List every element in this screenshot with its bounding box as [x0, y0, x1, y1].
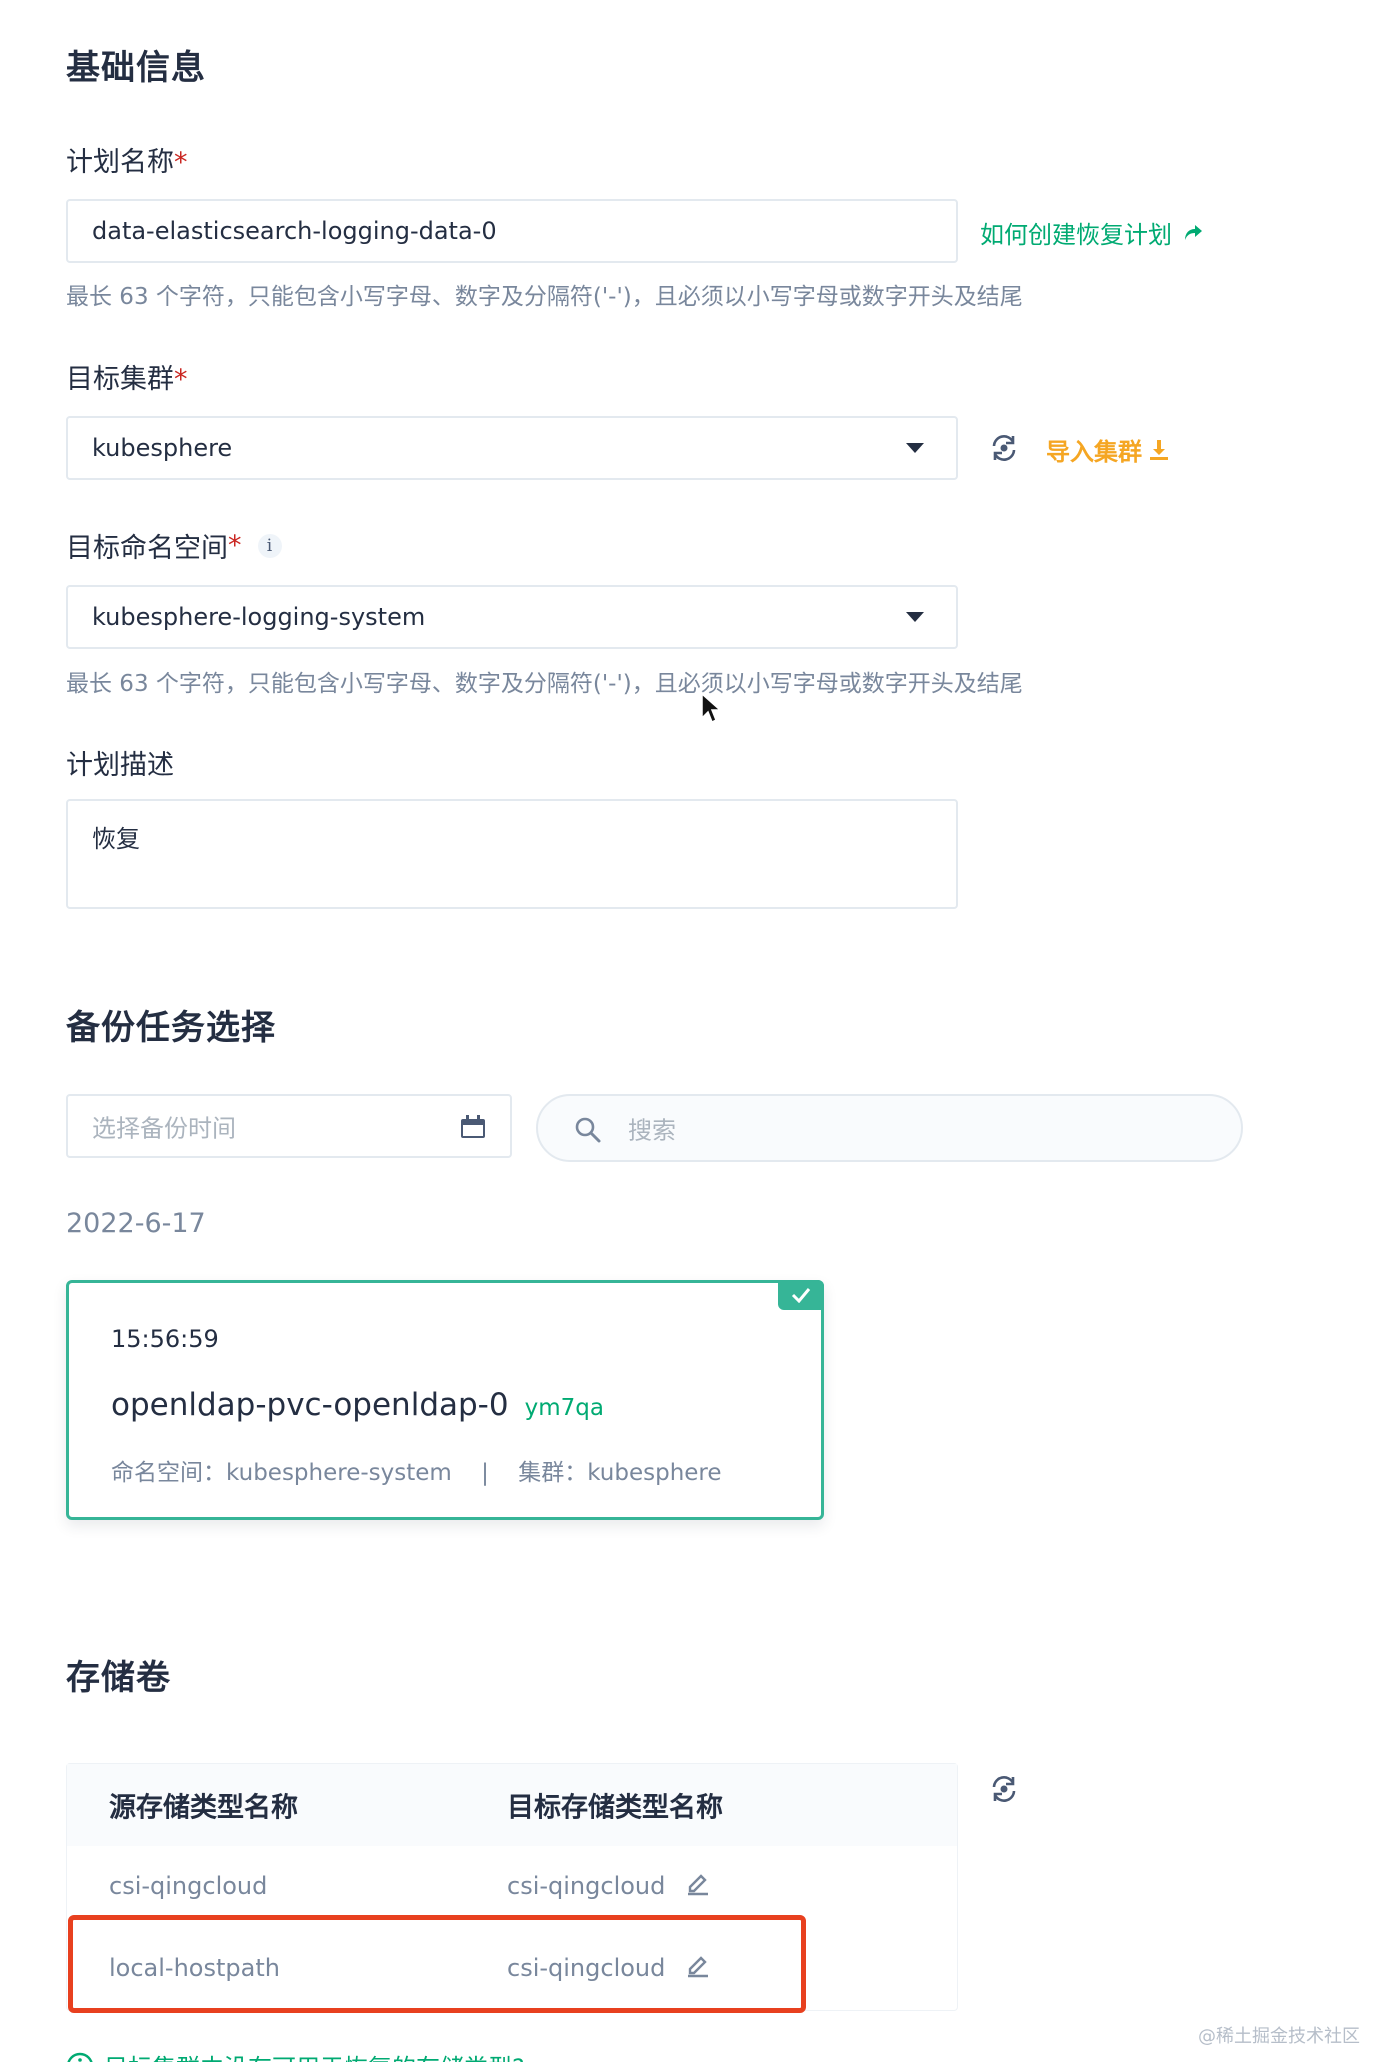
target-cluster-label-row: 目标集群* [66, 357, 188, 396]
plan-name-label-row: 计划名称* [66, 140, 188, 179]
search-icon [575, 1117, 601, 1143]
plan-name-hint: 最长 63 个字符，只能包含小写字母、数字及分隔符('-')，且必须以小写字母或… [66, 284, 1023, 310]
chevron-down-icon [906, 443, 924, 453]
section-title-backup-selection: 备份任务选择 [66, 1008, 276, 1048]
backup-time-placeholder: 选择备份时间 [92, 1114, 236, 1143]
backup-suffix: ym7qa [524, 1395, 604, 1421]
plan-name-input[interactable]: data-elasticsearch-logging-data-0 [66, 199, 958, 263]
cluster-value: kubesphere [587, 1460, 722, 1486]
chevron-down-icon [906, 612, 924, 622]
selected-badge [778, 1280, 824, 1310]
backup-time: 15:56:59 [111, 1325, 219, 1353]
info-circle-icon [67, 2052, 93, 2062]
plan-name-label: 计划名称 [66, 147, 174, 178]
target-cluster-select[interactable]: kubesphere [66, 416, 958, 480]
section-title-basic-info: 基础信息 [66, 48, 206, 88]
edit-icon[interactable] [685, 1870, 711, 1896]
target-namespace-label-row: 目标命名空间 * i [66, 526, 282, 565]
cluster-label: 集群： [518, 1460, 588, 1486]
refresh-icon[interactable] [988, 432, 1020, 464]
section-title-storage: 存储卷 [66, 1658, 171, 1698]
target-cluster-label: 目标集群 [66, 364, 174, 395]
namespace-value: kubesphere-system [226, 1460, 452, 1486]
target-cluster-value: kubesphere [92, 434, 233, 462]
import-icon [1150, 439, 1168, 460]
highlight-box [68, 1915, 806, 2013]
no-storage-class-help[interactable]: 目标集群中没有可用于恢复的存储类型? [66, 2048, 525, 2062]
required-mark: * [174, 147, 188, 178]
check-icon [791, 1288, 811, 1303]
namespace-label: 命名空间： [111, 1460, 226, 1486]
plan-name-value: data-elasticsearch-logging-data-0 [92, 217, 497, 245]
how-to-create-link[interactable]: 如何创建恢复计划 [980, 215, 1204, 250]
column-source: 源存储类型名称 [109, 1792, 298, 1824]
calendar-icon [461, 1115, 485, 1138]
no-storage-class-help-text: 目标集群中没有可用于恢复的存储类型? [104, 2048, 525, 2062]
description-textarea[interactable]: 恢复 [66, 799, 958, 909]
description-value: 恢复 [92, 825, 140, 853]
target-namespace-select[interactable]: kubesphere-logging-system [66, 585, 958, 649]
search-input[interactable]: 搜索 [536, 1094, 1243, 1162]
how-to-create-link-text: 如何创建恢复计划 [980, 221, 1172, 249]
meta-separator: | [481, 1460, 489, 1486]
backup-time-picker[interactable]: 选择备份时间 [66, 1094, 512, 1158]
info-icon[interactable]: i [257, 533, 282, 558]
watermark: @稀土掘金技术社区 [1198, 2026, 1360, 2047]
search-placeholder: 搜索 [628, 1116, 676, 1145]
source-storage-class: csi-qingcloud [109, 1872, 268, 1900]
column-target: 目标存储类型名称 [507, 1792, 723, 1824]
mouse-cursor-icon [701, 692, 722, 724]
target-namespace-value: kubesphere-logging-system [92, 603, 426, 631]
required-mark: * [174, 364, 188, 395]
backup-name: openldap-pvc-openldap-0 [111, 1387, 509, 1423]
target-storage-class: csi-qingcloud [507, 1872, 666, 1900]
required-mark: * [228, 530, 242, 561]
backup-name-row: openldap-pvc-openldap-0 ym7qa [111, 1387, 604, 1423]
import-cluster-link-text: 导入集群 [1046, 438, 1142, 466]
table-header: 源存储类型名称 目标存储类型名称 [67, 1764, 957, 1846]
share-arrow-icon [1185, 224, 1202, 240]
backup-card[interactable]: 15:56:59 openldap-pvc-openldap-0 ym7qa 命… [66, 1280, 824, 1520]
target-namespace-hint: 最长 63 个字符，只能包含小写字母、数字及分隔符('-')，且必须以小写字母或… [66, 671, 1023, 697]
import-cluster-link[interactable]: 导入集群 [1046, 432, 1170, 467]
refresh-icon[interactable] [988, 1773, 1020, 1805]
description-label: 计划描述 [66, 750, 174, 781]
date-group-label: 2022-6-17 [66, 1208, 206, 1239]
backup-meta: 命名空间：kubesphere-system | 集群：kubesphere [111, 1453, 722, 1487]
target-namespace-label: 目标命名空间 [66, 533, 228, 564]
